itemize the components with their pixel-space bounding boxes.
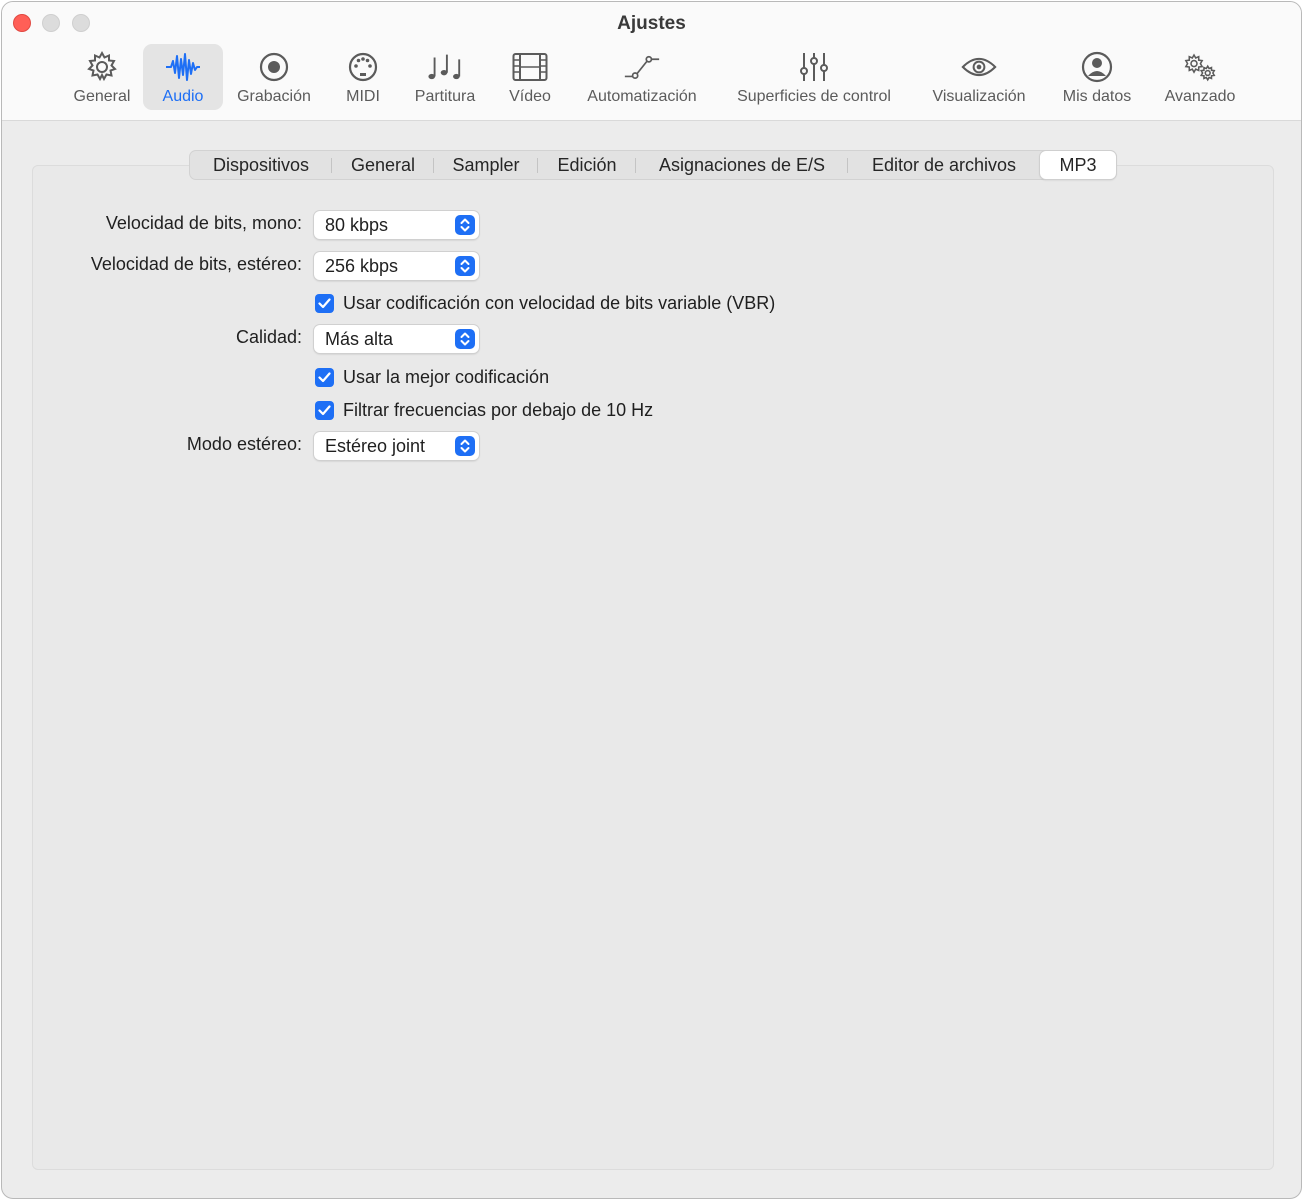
vbr-checkbox[interactable] <box>315 293 334 313</box>
music-notes-icon <box>427 49 463 85</box>
eye-icon <box>961 49 997 85</box>
bitrate-mono-popup[interactable]: 80 kbps <box>314 211 479 239</box>
midi-port-icon <box>345 49 381 85</box>
popup-value: Más alta <box>325 328 394 349</box>
tab-sampler[interactable]: Sampler <box>434 151 538 179</box>
filter-row[interactable]: Filtrar frecuencias por debajo de 10 Hz <box>315 399 653 421</box>
toolbar-item-avanzado[interactable]: Avanzado <box>1158 44 1242 110</box>
popup-value: Estéreo joint <box>325 435 426 456</box>
person-icon <box>1079 49 1115 85</box>
popup-value: 80 kbps <box>325 214 389 235</box>
tab-label: Edición <box>557 154 617 175</box>
toolbar-label: MIDI <box>346 88 380 105</box>
chevron-up-down-icon <box>455 215 475 235</box>
tab-label: Dispositivos <box>212 154 310 175</box>
filter-checkbox[interactable] <box>315 400 334 420</box>
toolbar-label: Grabación <box>237 88 311 105</box>
toolbar-label: General <box>73 88 131 105</box>
title-bar: Ajustes General Audio Grabación MIDI Par… <box>2 2 1301 121</box>
chevron-up-down-icon <box>455 256 475 276</box>
tab-edicion[interactable]: Edición <box>538 151 636 179</box>
toolbar-item-midi[interactable]: MIDI <box>336 44 390 110</box>
gears-icon <box>1182 49 1218 85</box>
vbr-label: Usar codificación con velocidad de bits … <box>343 292 776 313</box>
stereo-mode-label: Modo estéreo: <box>186 434 302 454</box>
tab-bar: Dispositivos General Sampler Edición Asi… <box>189 150 1117 180</box>
bitrate-stereo-label: Velocidad de bits, estéreo: <box>90 254 302 274</box>
bitrate-mono-label: Velocidad de bits, mono: <box>105 213 302 233</box>
chevron-up-down-icon <box>455 329 475 349</box>
tab-label: MP3 <box>1059 154 1097 175</box>
toolbar-label: Avanzado <box>1164 88 1236 105</box>
tab-asignaciones[interactable]: Asignaciones de E/S <box>636 151 848 179</box>
toolbar-item-audio[interactable]: Audio <box>143 44 223 110</box>
gear-icon <box>84 49 120 85</box>
toolbar-label: Superficies de control <box>737 88 891 105</box>
filter-label: Filtrar frecuencias por debajo de 10 Hz <box>343 399 654 420</box>
toolbar-label: Vídeo <box>509 88 551 105</box>
bitrate-stereo-popup[interactable]: 256 kbps <box>314 252 479 280</box>
tab-editor-archivos[interactable]: Editor de archivos <box>848 151 1040 179</box>
settings-panel <box>32 165 1274 1170</box>
film-icon <box>512 49 548 85</box>
tab-dispositivos[interactable]: Dispositivos <box>190 151 332 179</box>
tab-mp3[interactable]: MP3 <box>1040 151 1116 179</box>
toolbar-item-mis-datos[interactable]: Mis datos <box>1054 44 1140 110</box>
toolbar-label: Visualización <box>932 88 1026 105</box>
toolbar-item-grabacion[interactable]: Grabación <box>230 44 318 110</box>
toolbar-item-partitura[interactable]: Partitura <box>406 44 484 110</box>
quality-popup[interactable]: Más alta <box>314 325 479 353</box>
popup-value: 256 kbps <box>325 255 399 276</box>
window-title: Ajustes <box>617 13 686 34</box>
toolbar-item-general[interactable]: General <box>63 44 141 110</box>
toolbar-item-superficies[interactable]: Superficies de control <box>726 44 902 110</box>
best-encoding-checkbox[interactable] <box>315 367 334 387</box>
stereo-mode-popup[interactable]: Estéreo joint <box>314 432 479 460</box>
tab-general[interactable]: General <box>332 151 434 179</box>
tab-label: General <box>350 154 416 175</box>
toolbar-item-automatizacion[interactable]: Automatización <box>580 44 704 110</box>
toolbar-label: Mis datos <box>1062 88 1132 105</box>
tab-label: Sampler <box>452 154 520 175</box>
best-encoding-row[interactable]: Usar la mejor codificación <box>315 366 549 388</box>
sliders-icon <box>796 49 832 85</box>
toolbar-item-video[interactable]: Vídeo <box>502 44 558 110</box>
toolbar-label: Automatización <box>587 88 697 105</box>
best-encoding-label: Usar la mejor codificación <box>343 366 550 387</box>
tab-label: Asignaciones de E/S <box>658 154 826 175</box>
chevron-up-down-icon <box>455 436 475 456</box>
toolbar-item-visualizacion[interactable]: Visualización <box>924 44 1034 110</box>
vbr-checkbox-row[interactable]: Usar codificación con velocidad de bits … <box>315 292 775 314</box>
waveform-icon <box>165 49 201 85</box>
settings-window: Ajustes General Audio Grabación MIDI Par… <box>1 1 1302 1199</box>
automation-curve-icon <box>624 49 660 85</box>
toolbar-label: Partitura <box>414 88 476 105</box>
toolbar-label: Audio <box>162 88 204 105</box>
tab-label: Editor de archivos <box>871 154 1017 175</box>
quality-label: Calidad: <box>235 327 302 347</box>
record-icon <box>256 49 292 85</box>
